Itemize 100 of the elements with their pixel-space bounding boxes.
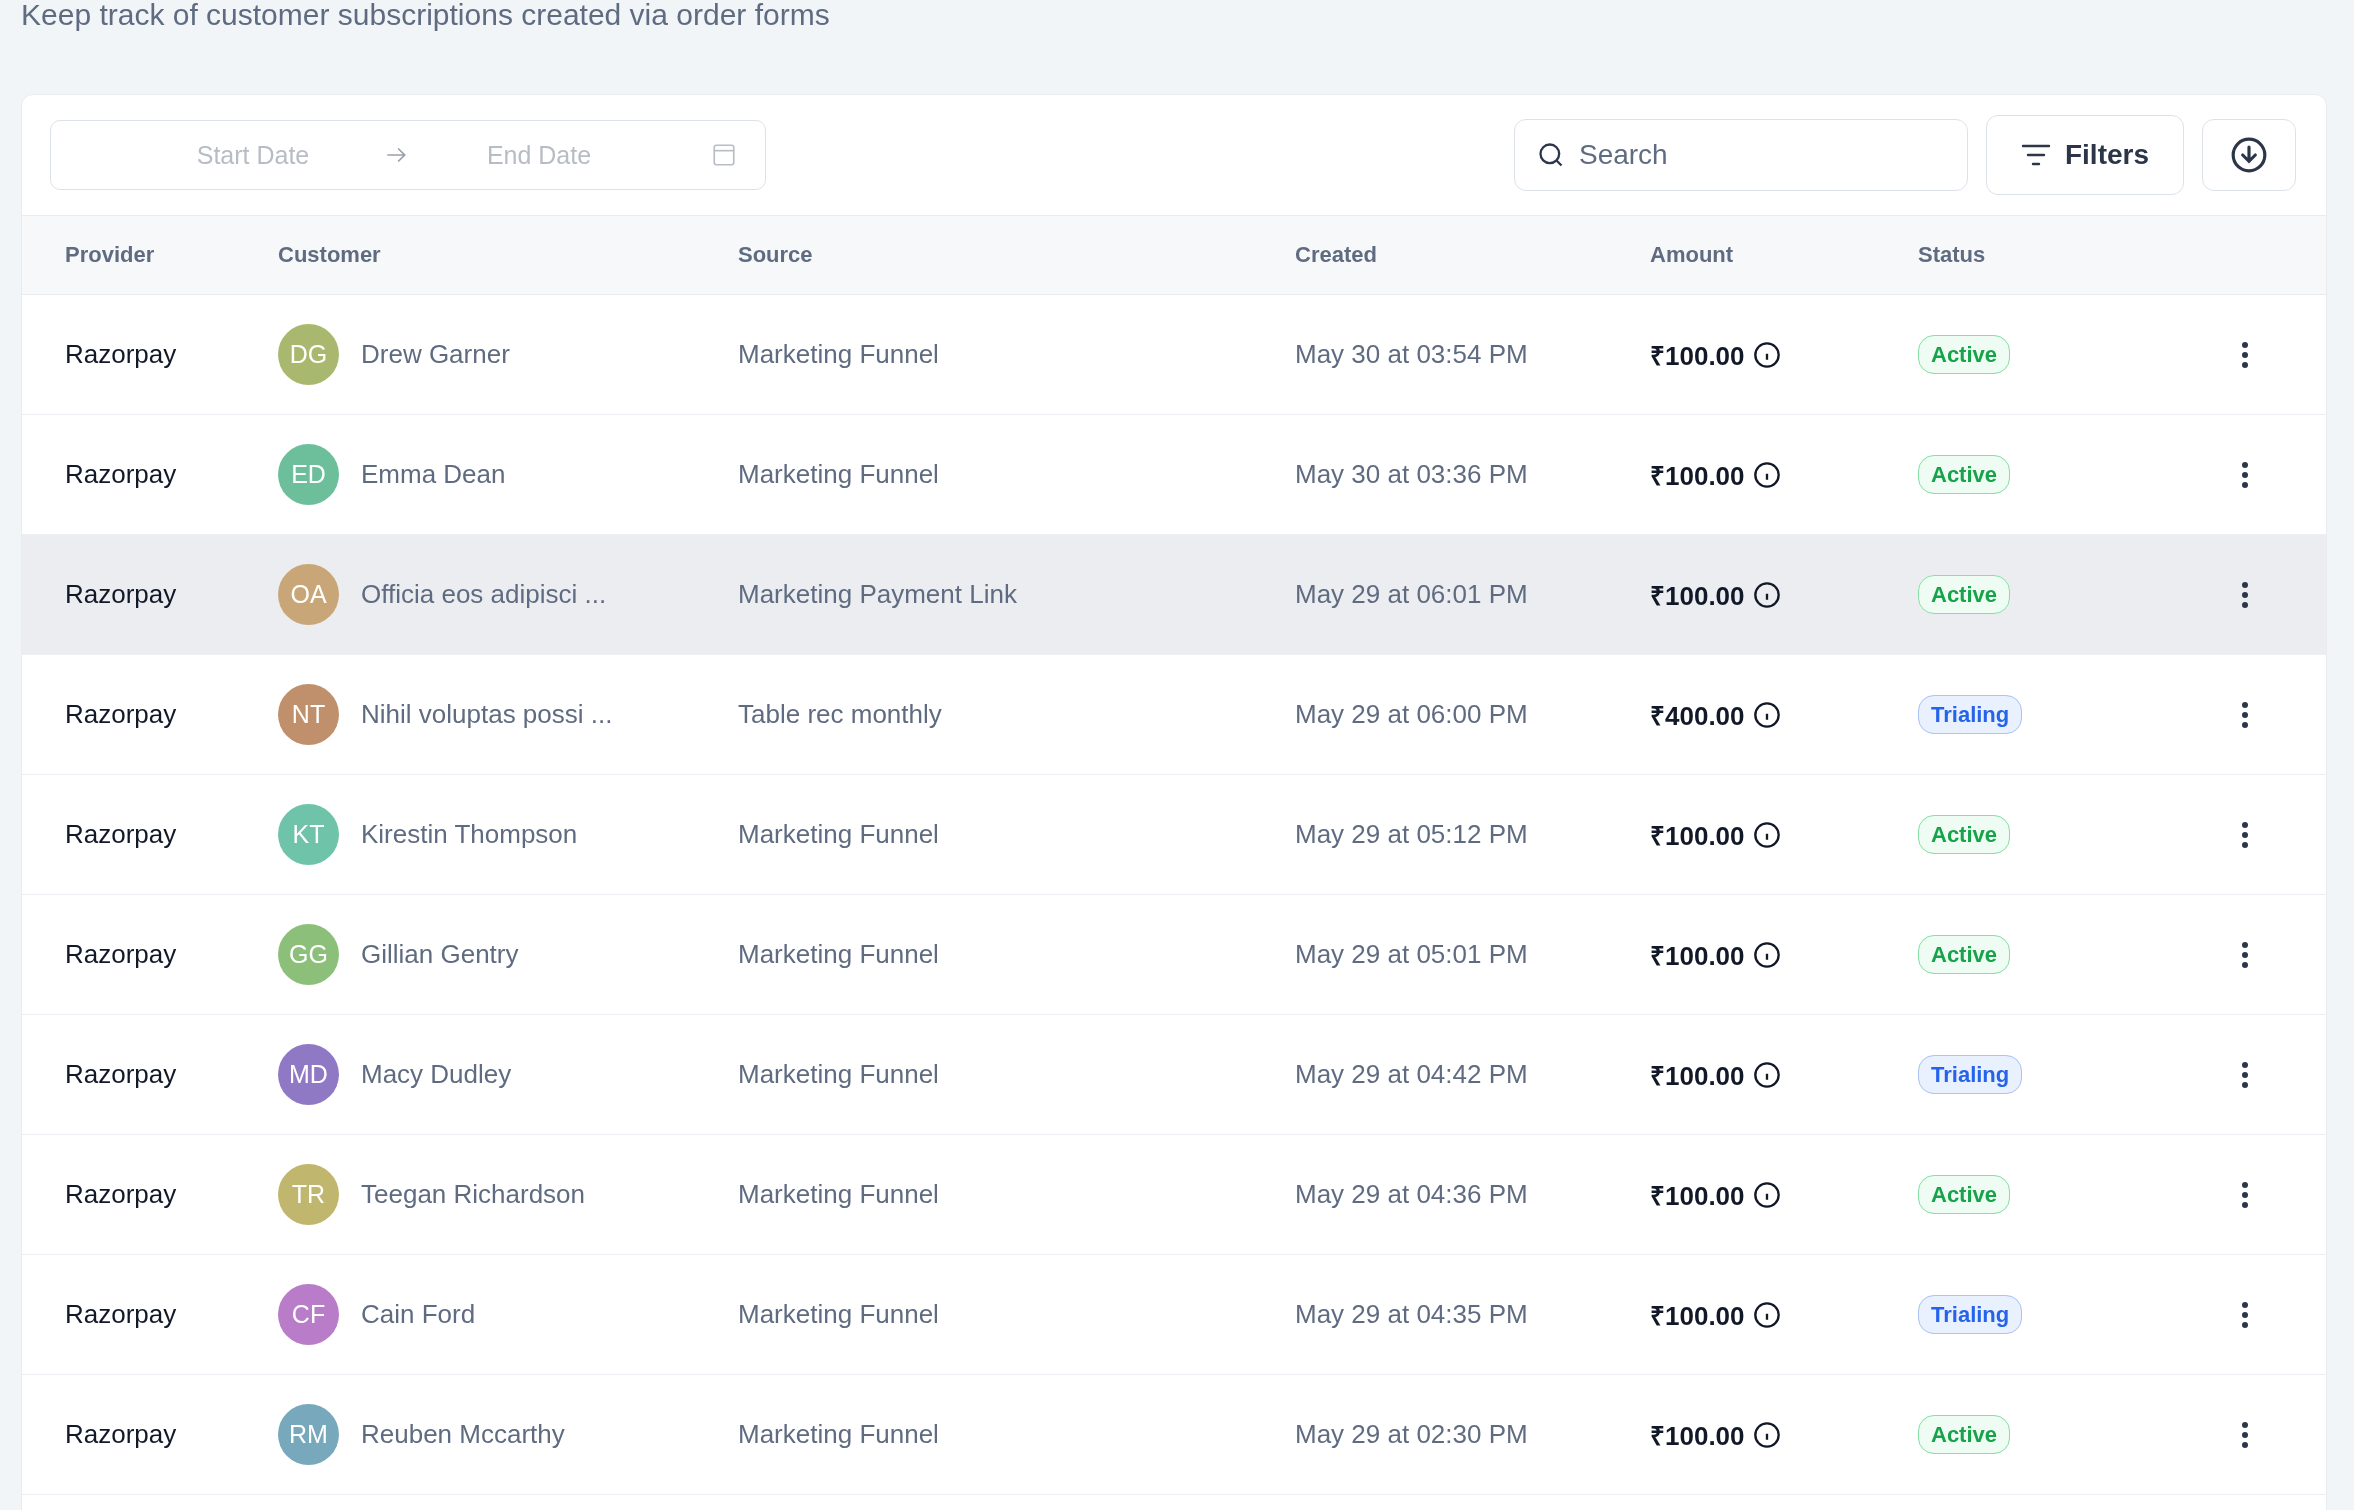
vertical-dots-icon (2241, 940, 2249, 969)
vertical-dots-icon (2241, 340, 2249, 369)
created-cell: May 29 at 05:12 PM (1295, 819, 1528, 850)
date-range-field[interactable]: Start Date End Date (50, 120, 766, 190)
avatar: GG (278, 924, 339, 985)
created-cell: May 30 at 03:36 PM (1295, 459, 1528, 490)
customer-name: Drew Garner (361, 339, 510, 370)
info-icon[interactable] (1752, 1060, 1781, 1089)
source-cell: Marketing Payment Link (738, 579, 1017, 610)
avatar: TR (278, 1164, 339, 1225)
avatar: MD (278, 1044, 339, 1105)
download-icon (2230, 136, 2268, 174)
vertical-dots-icon (2241, 1180, 2249, 1209)
created-cell: May 29 at 04:36 PM (1295, 1179, 1528, 1210)
avatar: KT (278, 804, 339, 865)
status-badge: Trialing (1918, 694, 2023, 734)
column-header: Customer (278, 242, 381, 268)
amount-cell-text: ₹100.00 (1650, 1059, 1745, 1093)
provider-cell: Razorpay (65, 939, 177, 970)
vertical-dots-icon (2241, 820, 2249, 849)
created-cell: May 29 at 04:42 PM (1295, 1059, 1528, 1090)
amount-cell-text: ₹100.00 (1650, 1299, 1745, 1333)
status-badge: Trialing (1918, 1054, 2023, 1094)
vertical-dots-icon (2241, 1060, 2249, 1089)
provider-cell: Razorpay (65, 1179, 177, 1210)
source-cell: Table rec monthly (738, 699, 942, 730)
amount-cell-text: ₹100.00 (1650, 1419, 1745, 1453)
avatar: DG (278, 324, 339, 385)
info-icon[interactable] (1752, 460, 1781, 489)
info-icon[interactable] (1752, 340, 1781, 369)
search-field[interactable]: Search (1513, 119, 1968, 191)
customer-name: Officia eos adipisci ... (361, 579, 607, 610)
source-cell: Marketing Funnel (738, 1179, 939, 1210)
customer-name: Emma Dean (361, 459, 506, 490)
info-icon[interactable] (1752, 1180, 1781, 1209)
status-badge: Active (1918, 1414, 2011, 1454)
customer-name: Kirestin Thompson (361, 819, 578, 850)
vertical-dots-icon (2241, 1300, 2249, 1329)
status-badge: Active (1918, 574, 2011, 614)
amount-cell-text: ₹400.00 (1650, 699, 1745, 733)
created-cell: May 29 at 04:35 PM (1295, 1299, 1528, 1330)
created-cell: May 29 at 05:01 PM (1295, 939, 1528, 970)
avatar: OA (278, 564, 339, 625)
amount-cell-text: ₹100.00 (1650, 939, 1745, 973)
provider-cell: Razorpay (65, 339, 177, 370)
created-cell: May 30 at 03:54 PM (1295, 339, 1528, 370)
customer-name: Gillian Gentry (361, 939, 519, 970)
info-icon[interactable] (1752, 1300, 1781, 1329)
status-badge: Trialing (1918, 1294, 2023, 1334)
avatar: RM (278, 1404, 339, 1465)
avatar: ED (278, 444, 339, 505)
customer-name: Reuben Mccarthy (361, 1419, 565, 1450)
table-row[interactable]: Razorpay OA Officia eos adipisci ... Marketing Payment Link May 29 at 06:01 PM ₹100.00 Active (22, 535, 2326, 655)
info-icon[interactable] (1752, 700, 1781, 729)
info-icon[interactable] (1752, 1420, 1781, 1449)
source-cell: Marketing Funnel (738, 939, 939, 970)
status-badge: Active (1918, 934, 2011, 974)
vertical-dots-icon (2241, 1420, 2249, 1449)
info-icon[interactable] (1752, 820, 1781, 849)
column-header: Status (1918, 242, 1986, 268)
page-subtitle: Keep track of customer subscriptions created via order forms (21, 0, 831, 30)
provider-cell: Razorpay (65, 1299, 177, 1330)
provider-cell: Razorpay (65, 1059, 177, 1090)
amount-cell-text: ₹100.00 (1650, 1179, 1745, 1213)
source-cell: Marketing Funnel (738, 1299, 939, 1330)
vertical-dots-icon (2241, 700, 2249, 729)
source-cell: Marketing Funnel (738, 339, 939, 370)
status-badge: Active (1918, 334, 2011, 374)
status-badge: Active (1918, 1174, 2011, 1214)
source-cell: Marketing Funnel (738, 819, 939, 850)
download-button[interactable] (2202, 119, 2296, 191)
column-header: Source (738, 242, 813, 268)
status-badge: Active (1918, 814, 2011, 854)
customer-name: Cain Ford (361, 1299, 476, 1330)
provider-cell: Razorpay (65, 579, 177, 610)
filters-button[interactable]: Filters (1985, 115, 2184, 195)
column-header: Amount (1650, 242, 1734, 268)
amount-cell-text: ₹100.00 (1650, 459, 1745, 493)
created-cell: May 29 at 06:00 PM (1295, 699, 1528, 730)
filter-lines-icon (2020, 143, 2051, 167)
info-icon[interactable] (1752, 940, 1781, 969)
search-icon (1536, 141, 1565, 169)
column-header: Provider (65, 242, 155, 268)
amount-cell-text: ₹100.00 (1650, 579, 1745, 613)
source-cell: Marketing Funnel (738, 459, 939, 490)
provider-cell: Razorpay (65, 699, 177, 730)
info-icon[interactable] (1752, 580, 1781, 609)
created-cell: May 29 at 06:01 PM (1295, 579, 1528, 610)
vertical-dots-icon (2241, 460, 2249, 489)
customer-name: Teegan Richardson (361, 1179, 586, 1210)
provider-cell: Razorpay (65, 1419, 177, 1450)
customer-name: Macy Dudley (361, 1059, 512, 1090)
provider-cell: Razorpay (65, 819, 177, 850)
created-cell: May 29 at 02:30 PM (1295, 1419, 1528, 1450)
customer-name: Nihil voluptas possi ... (361, 699, 613, 730)
amount-cell-text: ₹100.00 (1650, 339, 1745, 373)
end-date-input[interactable]: End Date (437, 139, 641, 171)
avatar: CF (278, 1284, 339, 1345)
start-date-input[interactable]: Start Date (151, 139, 355, 171)
column-header: Created (1295, 242, 1377, 268)
